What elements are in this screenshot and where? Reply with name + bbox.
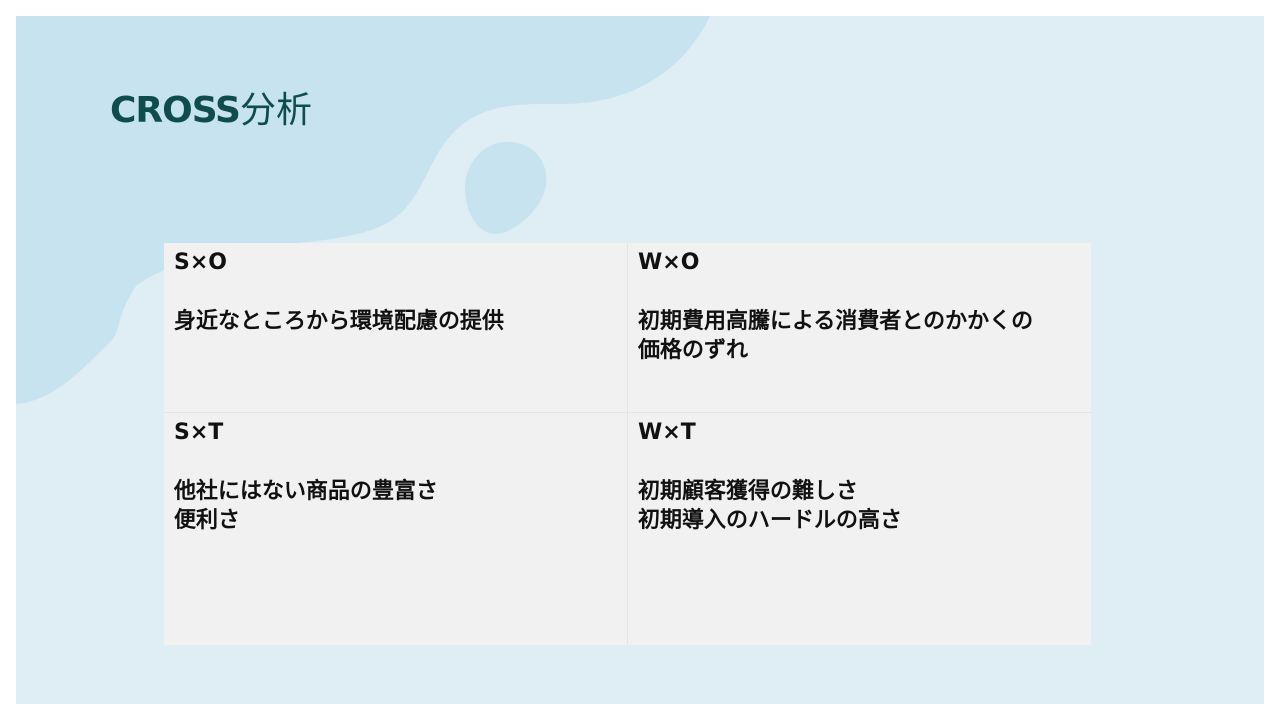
cell-heading: W×O — [638, 250, 700, 275]
page-title: CROSS分析 — [110, 86, 312, 136]
cell-text-line: 他社にはない商品の豊富さ — [174, 479, 439, 504]
cell-text-line: 価格のずれ — [638, 338, 749, 363]
cell-st: S×T 他社にはない商品の豊富さ 便利さ — [164, 412, 627, 645]
cell-wo: W×O 初期費用高騰による消費者とのかかくの 価格のずれ — [627, 243, 1091, 412]
background-drop-shape — [465, 141, 547, 234]
page-title-japanese: 分析 — [239, 90, 312, 131]
cell-wt: W×T 初期顧客獲得の難しさ 初期導入のハードルの高さ — [627, 412, 1091, 645]
slide: CROSS分析 S×O 身近なところから環境配慮の提供 W×O 初期費用高騰によ… — [16, 16, 1264, 704]
cell-text-line: 初期導入のハードルの高さ — [638, 508, 903, 533]
cell-text-line: 初期費用高騰による消費者とのかかくの — [638, 309, 1034, 334]
cell-text-line: 便利さ — [174, 508, 241, 533]
cell-so: S×O 身近なところから環境配慮の提供 — [164, 243, 627, 412]
cell-heading: S×T — [174, 420, 224, 445]
cross-analysis-table: S×O 身近なところから環境配慮の提供 W×O 初期費用高騰による消費者とのかか… — [164, 243, 1091, 645]
page-title-latin: CROSS — [110, 90, 241, 131]
cell-text-line: 身近なところから環境配慮の提供 — [174, 309, 505, 334]
cell-heading: W×T — [638, 420, 696, 445]
cell-heading: S×O — [174, 250, 227, 275]
cell-text-line: 初期顧客獲得の難しさ — [638, 479, 859, 504]
